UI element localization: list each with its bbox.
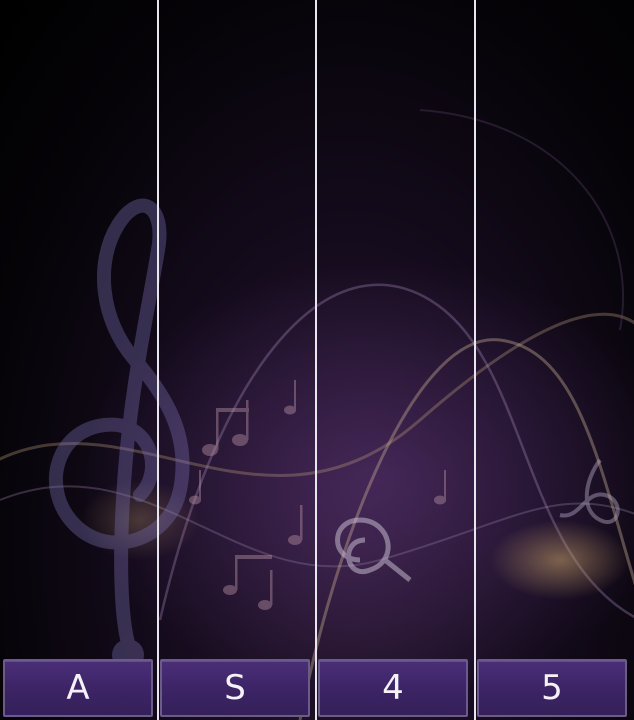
lane-divider bbox=[315, 0, 317, 720]
lane-divider bbox=[157, 0, 159, 720]
music-background bbox=[0, 109, 634, 720]
lane-3-key-button[interactable]: 4 bbox=[318, 659, 468, 717]
lane-1-key-label: A bbox=[66, 668, 90, 708]
lane-3-key-label: 4 bbox=[382, 668, 404, 708]
lane-4-key-label: 5 bbox=[541, 668, 563, 708]
lane-2-key-button[interactable]: S bbox=[160, 659, 310, 717]
lane-2-key-label: S bbox=[224, 668, 246, 708]
lane-divider bbox=[474, 0, 476, 720]
lane-4-key-button[interactable]: 5 bbox=[477, 659, 627, 717]
game-board: A S 4 5 bbox=[0, 0, 634, 720]
lane-1-key-button[interactable]: A bbox=[3, 659, 153, 717]
